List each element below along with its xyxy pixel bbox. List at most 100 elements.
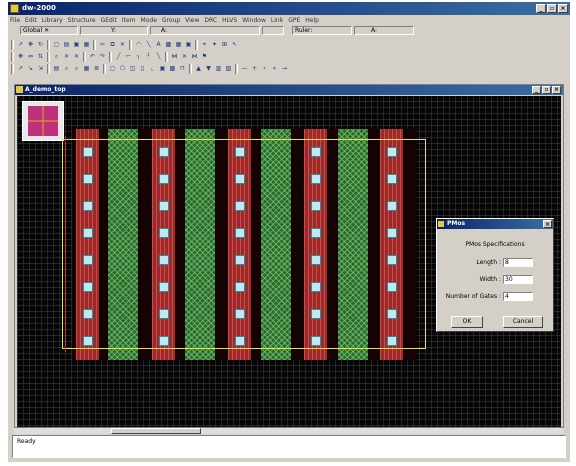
bend-icon[interactable]: ╲ (154, 52, 163, 62)
layout-close-button[interactable]: × (552, 86, 561, 94)
frame-icon[interactable]: ◫ (128, 64, 137, 74)
redo-icon[interactable]: ↷ (98, 52, 107, 62)
array-icon[interactable]: ▦ (174, 40, 183, 50)
menu-edit[interactable]: Edit (25, 17, 37, 24)
delete-icon[interactable]: ✕ (118, 40, 127, 50)
cancel-button[interactable]: Cancel (503, 316, 543, 328)
instance-icon[interactable]: ▩ (164, 40, 173, 50)
a2-field[interactable]: A: (354, 26, 414, 35)
cross-icon[interactable]: ✕ (180, 52, 189, 62)
maximize-button[interactable]: ▫ (547, 4, 557, 13)
menu-mode[interactable]: Mode (141, 17, 157, 24)
layer-all-icon[interactable]: ▥ (214, 64, 223, 74)
flip-icon[interactable]: ⇅ (36, 52, 45, 62)
a-field[interactable]: A: (150, 26, 260, 35)
path-icon[interactable]: ╲ (144, 40, 153, 50)
menu-item[interactable]: Item (122, 17, 136, 24)
clear-icon[interactable]: ✕ (44, 27, 49, 34)
layer-up-icon[interactable]: ▲ (194, 64, 203, 74)
prev-icon[interactable]: ‹ (260, 64, 269, 74)
layout-thumbnail[interactable] (22, 101, 64, 141)
menu-gpe[interactable]: GPE (288, 17, 300, 24)
save-icon[interactable]: ▣ (72, 40, 81, 50)
menu-library[interactable]: Library (42, 17, 63, 24)
arc-icon[interactable]: ◠ (134, 40, 143, 50)
layout-maximize-button[interactable]: ▫ (542, 86, 551, 94)
menu-help[interactable]: Help (305, 17, 319, 24)
rotate-icon[interactable]: ↻ (36, 40, 45, 50)
cancel-icon[interactable]: ✕ (62, 52, 71, 62)
align-icon[interactable]: ⋈ (190, 52, 199, 62)
width-input[interactable]: 30 (503, 275, 533, 284)
box-icon[interactable]: ▣ (184, 40, 193, 50)
menu-file[interactable]: File (10, 17, 20, 24)
move-icon[interactable]: ✥ (26, 40, 35, 50)
line-icon[interactable]: ╱ (114, 52, 123, 62)
cursor-icon[interactable]: ↖ (230, 40, 239, 50)
find-icon[interactable]: ⌕ (72, 64, 81, 74)
menu-view[interactable]: View (185, 17, 199, 24)
stretch-icon[interactable]: ⇔ (26, 52, 35, 62)
search-icon[interactable]: ⌕ (62, 64, 71, 74)
mirror-icon[interactable]: ⋈ (170, 52, 179, 62)
pointer-icon[interactable]: ↗ (16, 64, 25, 74)
toolbar-separator (165, 52, 168, 62)
table-icon[interactable]: ▦ (82, 64, 91, 74)
dash-icon[interactable]: — (240, 64, 249, 74)
cell-icon[interactable]: ▣ (158, 64, 167, 74)
menu-drc[interactable]: DRC (204, 17, 217, 24)
length-input[interactable]: 8 (503, 258, 533, 267)
flag-icon[interactable]: ⚑ (200, 52, 209, 62)
toolbar-separator (83, 52, 86, 62)
y-field[interactable]: Y: (80, 26, 148, 35)
cell-field[interactable]: Global ✕ (20, 26, 78, 35)
corner-icon[interactable]: ┐ (134, 52, 143, 62)
measure-icon[interactable]: ⌖ (200, 40, 209, 50)
list-icon[interactable]: ≣ (92, 64, 101, 74)
grid-icon[interactable]: ⊞ (220, 40, 229, 50)
pan-icon[interactable]: ✥ (16, 52, 25, 62)
ruler-field[interactable]: Ruler: (292, 26, 352, 35)
arrow-icon[interactable]: → (280, 64, 289, 74)
nudge-icon[interactable]: ↘ (26, 64, 35, 74)
hierarchy-icon[interactable]: ▩ (168, 64, 177, 74)
print-icon[interactable]: ▦ (82, 40, 91, 50)
zoom-icon[interactable]: ⌕ (52, 52, 61, 62)
ok-button[interactable]: OK (451, 316, 483, 328)
plus-icon[interactable]: + (250, 64, 259, 74)
layer-none-icon[interactable]: ▧ (224, 64, 233, 74)
menu-gedit[interactable]: GEdit (101, 17, 117, 24)
back-icon[interactable]: « (270, 64, 279, 74)
menu-group[interactable]: Group (162, 17, 180, 24)
menu-hlvs[interactable]: HLVS (222, 17, 237, 24)
menu-window[interactable]: Window (242, 17, 266, 24)
rect-icon[interactable]: ▢ (108, 64, 117, 74)
open-icon[interactable]: ▤ (62, 40, 71, 50)
step-icon[interactable]: ┘ (144, 52, 153, 62)
scrollbar-thumb[interactable] (111, 428, 201, 434)
gates-input[interactable]: 4 (503, 292, 533, 301)
undo-icon[interactable]: ↶ (88, 52, 97, 62)
menu-link[interactable]: Link (271, 17, 283, 24)
remove-icon[interactable]: ✕ (72, 52, 81, 62)
menu-structure[interactable]: Structure (68, 17, 96, 24)
polyline-icon[interactable]: ⌐ (124, 52, 133, 62)
port-icon[interactable]: ⊓ (178, 64, 187, 74)
snap-icon[interactable]: ✦ (210, 40, 219, 50)
new-icon[interactable]: ▢ (52, 40, 61, 50)
select-icon[interactable]: ↗ (16, 40, 25, 50)
polygon-icon[interactable]: ⬠ (118, 64, 127, 74)
close-button[interactable]: × (558, 4, 568, 13)
page-icon[interactable]: ▯ (138, 64, 147, 74)
layer-icon[interactable]: ▤ (52, 64, 61, 74)
pmos-dialog-close-button[interactable]: × (543, 220, 552, 228)
copy-icon[interactable]: ⧉ (108, 40, 117, 50)
layout-minimize-button[interactable]: _ (532, 86, 541, 94)
minimize-button[interactable]: _ (536, 4, 546, 13)
bracket-icon[interactable]: ⌞ (148, 64, 157, 74)
horizontal-scrollbar[interactable] (14, 428, 564, 434)
cut-icon[interactable]: ✂ (98, 40, 107, 50)
layer-down-icon[interactable]: ▼ (204, 64, 213, 74)
text-icon[interactable]: A (154, 40, 163, 50)
resize-icon[interactable]: ⇲ (36, 64, 45, 74)
